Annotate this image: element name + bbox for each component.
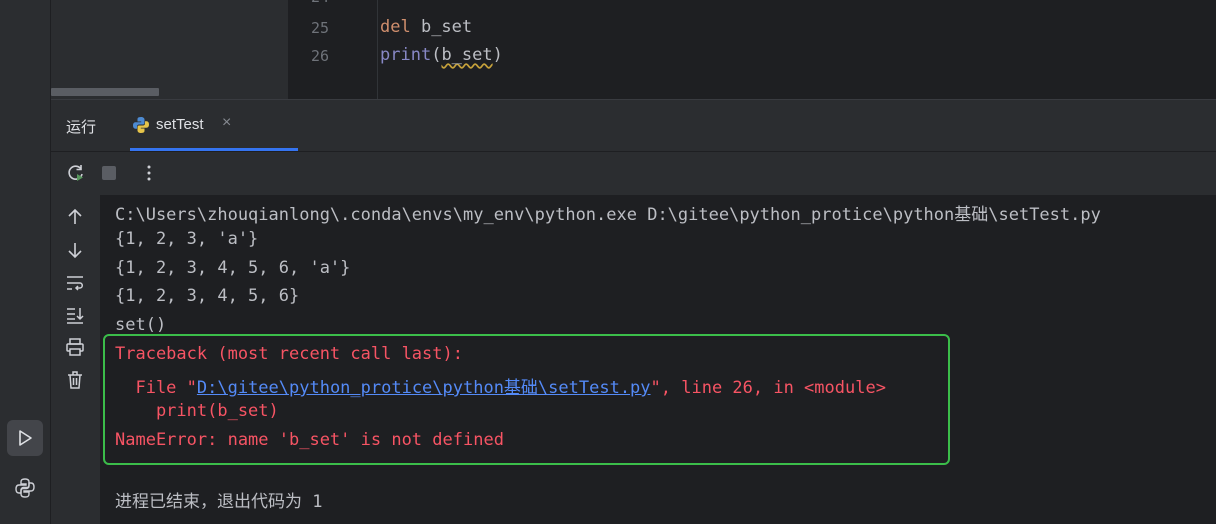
error-message: NameError: name 'b_set' is not defined — [115, 430, 504, 450]
traceback-file-line: File "D:\gitee\python_protice\python基础\s… — [115, 373, 886, 398]
console-output[interactable]: C:\Users\zhouqianlong\.conda\envs\my_env… — [100, 195, 1216, 524]
trash-icon[interactable] — [65, 370, 85, 395]
run-tool-window-header: 运行 setTest × — [51, 100, 1216, 151]
tool-window-title: 运行 — [66, 119, 97, 136]
exit-message: 进程已结束，退出代码为 1 — [115, 492, 323, 512]
paren-close: ) — [492, 45, 503, 65]
code-text: b_set — [410, 17, 473, 37]
stop-icon[interactable] — [101, 165, 117, 186]
arrow-up-icon[interactable] — [65, 208, 85, 231]
editor-area[interactable]: 24 25 26 del b_set print(b_set) — [51, 0, 1216, 99]
traceback-code-line: print(b_set) — [115, 401, 279, 421]
close-icon[interactable]: × — [222, 114, 231, 132]
file-prefix: File " — [115, 378, 197, 398]
line-number-gutter — [289, 0, 377, 99]
output-line: {1, 2, 3, 'a'} — [115, 229, 259, 249]
line-number: 24 — [311, 0, 329, 6]
builtin-print: print — [380, 45, 432, 65]
left-tool-strip — [0, 0, 51, 524]
line-number: 26 — [311, 47, 330, 65]
run-toolbar — [51, 151, 1216, 195]
file-path-link[interactable]: D:\gitee\python_protice\python基础\setTest… — [197, 378, 651, 398]
console-side-toolbar — [51, 195, 100, 524]
unresolved-reference: b_set — [441, 45, 493, 65]
tab-label: setTest — [156, 116, 204, 133]
arrow-down-icon[interactable] — [65, 241, 85, 264]
code-line-26[interactable]: print(b_set) — [380, 45, 503, 65]
keyword-del: del — [380, 17, 411, 37]
soft-wrap-icon[interactable] — [65, 274, 85, 297]
python-packages-icon[interactable] — [7, 470, 43, 506]
file-suffix: ", line 26, in <module> — [650, 378, 886, 398]
line-number: 25 — [311, 19, 330, 37]
code-line-25[interactable]: del b_set — [380, 17, 472, 37]
print-icon[interactable] — [65, 338, 85, 361]
more-options-icon[interactable] — [146, 164, 152, 187]
tab-settest[interactable]: setTest × — [130, 100, 298, 151]
output-line: set() — [115, 315, 167, 335]
traceback-header: Traceback (most recent call last): — [115, 344, 463, 364]
run-icon[interactable] — [7, 420, 43, 456]
horizontal-scrollbar[interactable] — [51, 88, 159, 96]
python-file-icon — [132, 116, 150, 139]
paren-open: ( — [431, 45, 442, 65]
rerun-icon[interactable] — [66, 163, 86, 188]
scroll-to-end-icon[interactable] — [65, 306, 85, 329]
output-line: {1, 2, 3, 4, 5, 6} — [115, 286, 300, 306]
output-line: {1, 2, 3, 4, 5, 6, 'a'} — [115, 258, 351, 278]
run-command: C:\Users\zhouqianlong\.conda\envs\my_env… — [115, 205, 1101, 225]
gutter-divider — [377, 0, 378, 99]
project-panel — [51, 0, 288, 99]
